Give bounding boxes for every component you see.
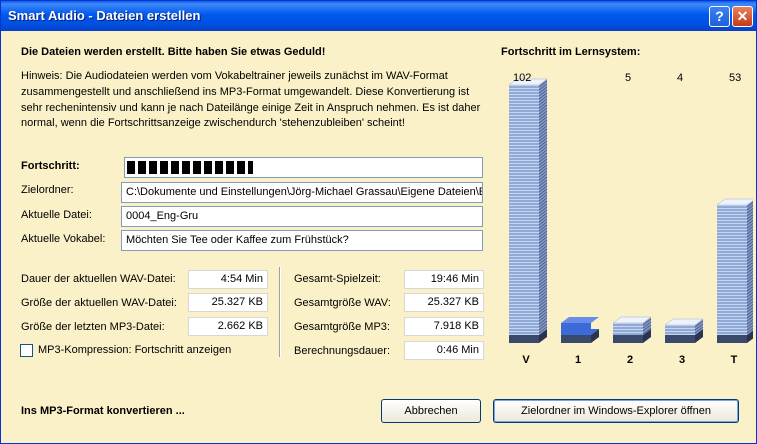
progress-segment (215, 161, 223, 174)
total-mp3-label: Gesamtgröße MP3: (294, 321, 390, 333)
dialog-window: Smart Audio - Dateien erstellen ? ✕ Die … (0, 0, 757, 444)
wav-size-value: 25.327 KB (188, 293, 268, 312)
current-file-field[interactable]: 0004_Eng-Gru (121, 206, 483, 227)
progress-segment (182, 161, 190, 174)
category-label: 1 (575, 354, 581, 366)
status-text: Ins MP3-Format konvertieren ... (21, 405, 185, 417)
close-button[interactable]: ✕ (732, 6, 753, 27)
total-wav-label: Gesamtgröße WAV: (294, 297, 391, 309)
bar-value-label: 53 (729, 72, 741, 84)
mp3-progress-checkbox[interactable] (20, 344, 33, 357)
calc-duration-label: Berechnungsdauer: (294, 345, 391, 357)
stats-divider (279, 267, 281, 357)
progress-segment (248, 161, 253, 174)
learning-progress-chart: 102 V 1 5 2 4 3 53 T (508, 72, 753, 366)
open-folder-button[interactable]: Zielordner im Windows-Explorer öffnen (493, 399, 739, 423)
target-folder-field[interactable]: C:\Dokumente und Einstellungen\Jörg-Mich… (121, 182, 483, 203)
progress-segment (171, 161, 179, 174)
progress-segment (226, 161, 234, 174)
wav-duration-label: Dauer der aktuellen WAV-Datei: (21, 273, 176, 285)
category-label: T (731, 354, 738, 366)
wav-duration-value: 4:54 Min (188, 270, 268, 289)
bar-value-label: 4 (677, 72, 683, 84)
mp3-size-label: Größe der letzten MP3-Datei: (21, 321, 165, 333)
bar-1 (561, 317, 599, 343)
current-vocab-field[interactable]: Möchten Sie Tee oder Kaffee zum Frühstüc… (121, 230, 483, 251)
mp3-size-value: 2.662 KB (188, 317, 268, 336)
cancel-button[interactable]: Abbrechen (381, 399, 481, 423)
progress-segment (138, 161, 146, 174)
category-label: 3 (679, 354, 685, 366)
heading: Die Dateien werden erstellt. Bitte haben… (21, 46, 326, 58)
category-label: 2 (627, 354, 633, 366)
wav-size-label: Größe der aktuellen WAV-Datei: (21, 297, 177, 309)
chart-title: Fortschritt im Lernsystem: (501, 46, 641, 58)
progress-segment (204, 161, 212, 174)
bar-2 (612, 316, 652, 343)
bar-3 (664, 318, 704, 343)
progress-label: Fortschritt: (21, 160, 80, 172)
total-wav-value: 25.327 KB (404, 293, 484, 312)
progress-segment (149, 161, 157, 174)
current-vocab-label: Aktuelle Vokabel: (21, 233, 106, 245)
progress-fill (127, 161, 253, 174)
total-mp3-value: 7.918 KB (404, 317, 484, 336)
bar-T (716, 198, 753, 343)
target-folder-label: Zielordner: (21, 184, 74, 196)
progress-segment (160, 161, 168, 174)
current-file-label: Aktuelle Datei: (21, 209, 92, 221)
bar-V (508, 78, 548, 343)
category-label: V (522, 354, 530, 366)
mp3-progress-checkbox-label[interactable]: MP3-Kompression: Fortschritt anzeigen (38, 344, 231, 356)
window-title: Smart Audio - Dateien erstellen (8, 8, 201, 23)
hint-text: Hinweis: Die Audiodateien werden vom Vok… (21, 70, 481, 130)
total-playtime-value: 19:46 Min (404, 270, 484, 289)
help-button[interactable]: ? (709, 6, 730, 27)
progress-segment (193, 161, 201, 174)
progress-bar (124, 157, 483, 178)
bar-value-label: 102 (513, 72, 531, 84)
progress-segment (127, 161, 135, 174)
total-playtime-label: Gesamt-Spielzeit: (294, 273, 381, 285)
calc-duration-value: 0:46 Min (404, 341, 484, 360)
bar-value-label: 5 (625, 72, 631, 84)
progress-segment (237, 161, 245, 174)
title-bar: Smart Audio - Dateien erstellen ? ✕ (1, 1, 756, 31)
